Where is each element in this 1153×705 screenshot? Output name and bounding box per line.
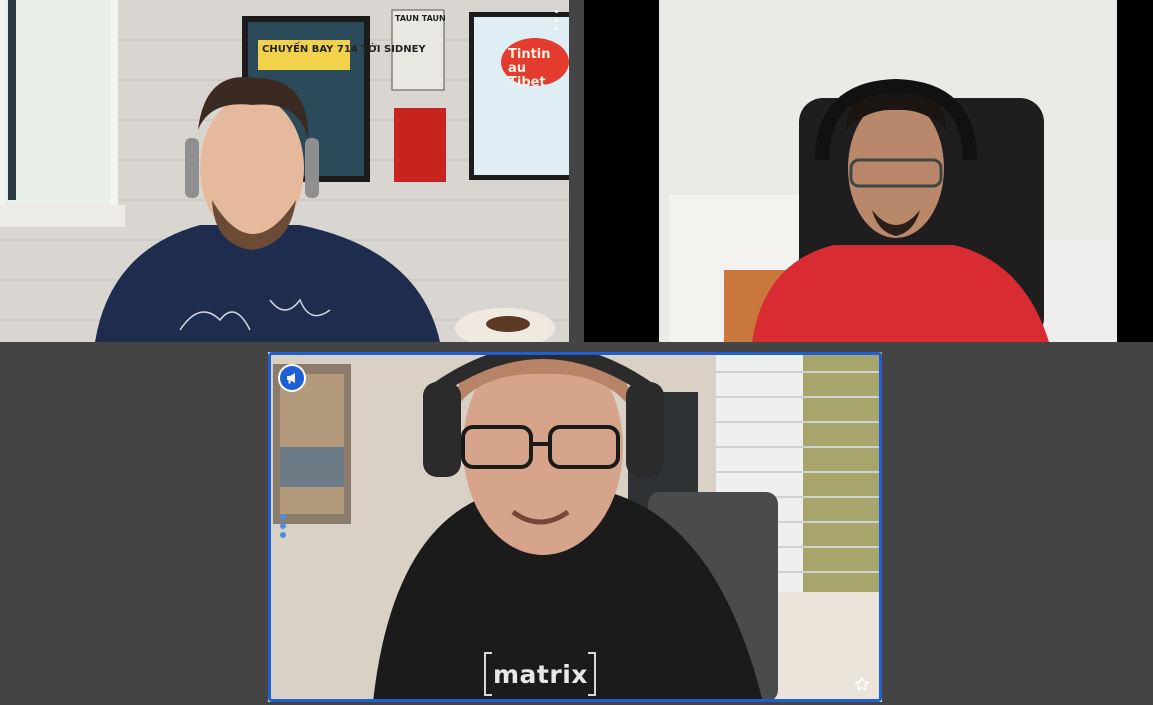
poster-text-small: TAUN TAUN — [395, 14, 446, 23]
video-tile-participant-2[interactable] — [584, 0, 1153, 342]
shirt-logo-bracket-left — [484, 652, 492, 696]
video-tile-participant-3[interactable]: matrix — [268, 352, 882, 702]
poster-text-right: Tintin au Tibet — [508, 47, 551, 90]
megaphone-icon[interactable] — [278, 364, 306, 392]
shirt-logo-bracket-right — [588, 652, 596, 696]
star-icon[interactable] — [852, 674, 872, 694]
poster-text-left: CHUYẾN BAY 714 TỚI SIDNEY — [262, 44, 426, 55]
tile-menu-kebab-icon[interactable] — [551, 10, 561, 30]
video-tile-participant-1[interactable]: CHUYẾN BAY 714 TỚI SIDNEY TAUN TAUN Tint… — [0, 0, 569, 342]
shirt-logo-text: matrix — [493, 660, 588, 689]
side-dots-indicator — [280, 514, 286, 538]
video-feed-participant-3 — [268, 352, 882, 702]
video-feed-participant-2 — [584, 0, 1153, 342]
